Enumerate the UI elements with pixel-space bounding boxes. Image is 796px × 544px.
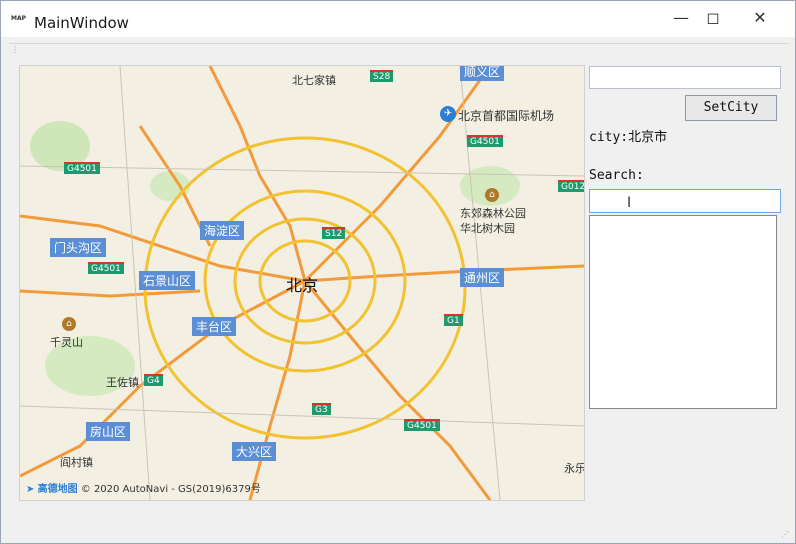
airport-icon: ✈	[440, 106, 456, 122]
map-view[interactable]: 顺义区 门头沟区 石景山区 海淀区 丰台区 通州区 房山区 大兴区 北京 S28…	[19, 65, 585, 501]
road-shield-g4501-w: G4501	[64, 162, 100, 174]
road-shield-g4501-sw: G4501	[88, 262, 124, 274]
close-button[interactable]: ✕	[746, 7, 774, 29]
amap-logo-text: 高德地图	[37, 484, 78, 495]
place-label-forest-park: 东郊森林公园华北树木园	[460, 207, 526, 235]
place-label-beiqijia: 北七家镇	[292, 74, 336, 87]
district-label-shijingshan: 石景山区	[139, 271, 196, 290]
district-label-haidian: 海淀区	[200, 221, 245, 240]
amap-logo-icon: ➤	[26, 484, 35, 495]
toolbar-grip[interactable]: ⋮	[9, 43, 789, 54]
road-shield-g012: G012	[558, 180, 584, 192]
window-title: MainWindow	[34, 14, 129, 32]
district-label-fangshan: 房山区	[86, 422, 131, 441]
place-label-airport: 北京首都国际机场	[458, 109, 555, 123]
main-window: MAP MainWindow — ◻ ✕ ⋮ 顺义区 门头沟区 石景山区 海淀区…	[0, 0, 796, 544]
road-shield-s12: S12	[322, 227, 346, 239]
search-input[interactable]	[589, 189, 781, 213]
search-label: Search:	[589, 168, 644, 183]
title-bar[interactable]: MAP MainWindow — ◻ ✕	[1, 1, 795, 37]
setcity-button[interactable]: SetCity	[685, 95, 777, 121]
district-label-mentougou: 门头沟区	[50, 238, 107, 257]
copyright-text: © 2020 AutoNavi - GS(2019)6379号	[80, 484, 261, 495]
city-center-label: 北京	[286, 276, 319, 295]
road-shield-s28: S28	[370, 70, 394, 82]
map-copyright: ➤ 高德地图 © 2020 AutoNavi - GS(2019)6379号	[26, 480, 261, 495]
minimize-icon: —	[673, 8, 689, 27]
place-label-yongle: 永乐	[564, 462, 585, 475]
poi-icon-park: ⌂	[485, 188, 499, 202]
city-input[interactable]	[589, 66, 781, 89]
district-label-tongzhou: 通州区	[460, 268, 505, 287]
road-shield-g4501-ne: G4501	[467, 135, 503, 147]
place-label-wangzuo: 王佐镇	[106, 376, 139, 389]
district-label-daxing: 大兴区	[232, 442, 277, 461]
place-label-qianlingshan: 千灵山	[50, 336, 83, 349]
close-icon: ✕	[753, 8, 767, 27]
maximize-icon: ◻	[706, 8, 720, 27]
place-label-yancun: 阎村镇	[60, 456, 93, 469]
maximize-button[interactable]: ◻	[699, 7, 727, 29]
road-shield-g3: G3	[312, 403, 331, 415]
resize-grip-icon[interactable]: ⋰	[781, 530, 789, 539]
district-label-shunyi: 顺义区	[460, 66, 505, 81]
app-icon: MAP	[11, 15, 27, 22]
text-cursor-icon: I	[627, 195, 632, 211]
grip-icon: ⋮	[11, 45, 19, 54]
poi-icon-qianling: ⌂	[62, 317, 76, 331]
current-city-label: city:北京市	[589, 130, 668, 145]
search-results-list[interactable]	[589, 215, 777, 409]
road-shield-g4501-s: G4501	[404, 419, 440, 431]
road-shield-g4: G4	[144, 374, 163, 386]
road-shield-g1: G1	[444, 314, 463, 326]
minimize-button[interactable]: —	[667, 7, 695, 29]
district-label-fengtai: 丰台区	[192, 317, 237, 336]
